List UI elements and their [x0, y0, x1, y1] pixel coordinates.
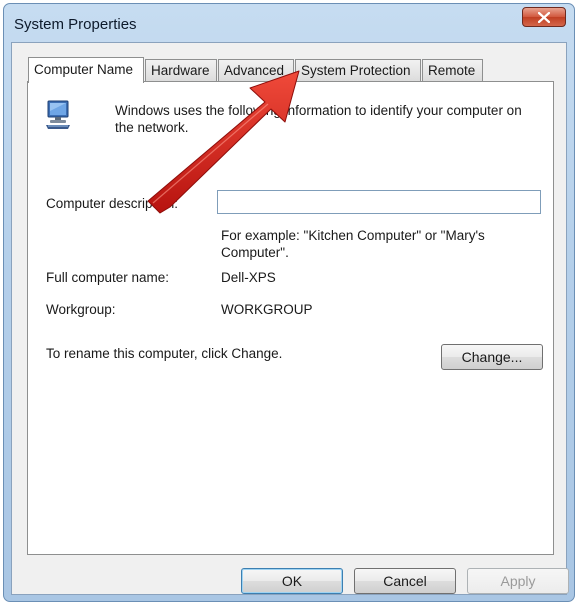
apply-button: Apply	[467, 568, 569, 594]
rename-instruction-text: To rename this computer, click Change.	[46, 346, 283, 361]
system-properties-window: System Properties Computer Name Hardware…	[3, 3, 575, 602]
intro-text-line1: Windows uses the following information t…	[115, 103, 522, 118]
tab-system-protection[interactable]: System Protection	[295, 59, 421, 81]
window-title: System Properties	[14, 16, 137, 33]
computer-network-icon	[46, 100, 70, 129]
intro-text-line2: the network.	[115, 120, 189, 135]
computer-name-panel: Windows uses the following information t…	[27, 81, 554, 555]
close-button[interactable]	[522, 7, 566, 27]
computer-description-input[interactable]	[217, 190, 541, 214]
computer-description-label: Computer description:	[46, 196, 179, 211]
dialog-client-area: Computer Name Hardware Advanced System P…	[11, 42, 569, 595]
tab-remote[interactable]: Remote	[422, 59, 483, 81]
ok-button[interactable]: OK	[241, 568, 343, 594]
tab-computer-name[interactable]: Computer Name	[28, 57, 144, 83]
full-computer-name-value: Dell-XPS	[221, 270, 276, 285]
change-button[interactable]: Change...	[441, 344, 543, 370]
description-example-line1: For example: "Kitchen Computer" or "Mary…	[221, 228, 485, 243]
workgroup-label: Workgroup:	[46, 302, 116, 317]
full-computer-name-label: Full computer name:	[46, 270, 170, 285]
cancel-button[interactable]: Cancel	[354, 568, 456, 594]
tab-hardware[interactable]: Hardware	[145, 59, 217, 81]
title-bar[interactable]: System Properties	[4, 4, 574, 42]
workgroup-value: WORKGROUP	[221, 302, 313, 317]
close-icon	[538, 12, 550, 23]
tab-advanced[interactable]: Advanced	[218, 59, 294, 81]
description-example-line2: Computer".	[221, 245, 289, 260]
